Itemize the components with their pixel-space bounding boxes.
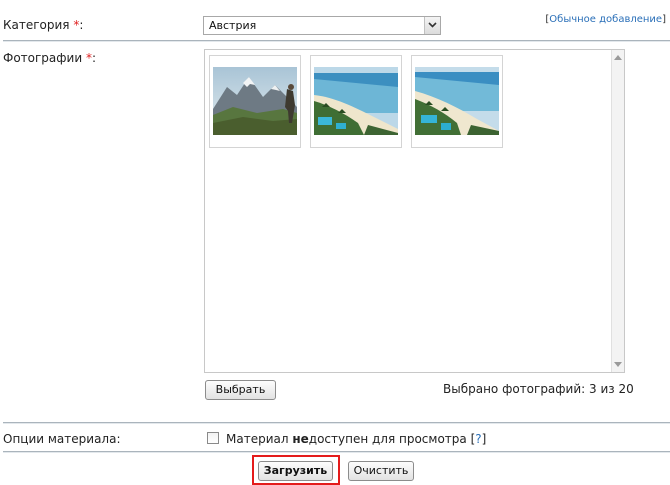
- photo-thumbnail[interactable]: [411, 55, 503, 148]
- divider: [3, 40, 670, 42]
- photos-label: Фотографии *:: [3, 51, 97, 65]
- scroll-down-arrow-icon[interactable]: [614, 362, 622, 367]
- choose-photos-button[interactable]: Выбрать: [205, 380, 276, 400]
- category-select[interactable]: Австрия: [203, 16, 441, 35]
- unavailable-checkbox[interactable]: [207, 432, 219, 444]
- clear-button[interactable]: Очистить: [348, 461, 414, 481]
- plain-upload-link[interactable]: Обычное добавление: [549, 14, 662, 25]
- scroll-up-arrow-icon[interactable]: [614, 55, 622, 60]
- photo-thumbnail[interactable]: [310, 55, 402, 148]
- category-label: Категория *:: [3, 18, 84, 32]
- upload-button[interactable]: Загрузить: [258, 461, 333, 481]
- mountain-hiker-photo-icon: [213, 67, 297, 135]
- unavailable-checkbox-label: Материал недоступен для просмотра [?]: [226, 432, 487, 446]
- photo-upload-area[interactable]: [204, 49, 625, 373]
- photo-area-scrollbar[interactable]: [611, 50, 624, 372]
- options-label: Опции материала:: [3, 432, 121, 446]
- selected-photos-count: Выбрано фотографий: 3 из 20: [443, 382, 634, 396]
- category-select-value: Австрия: [209, 19, 257, 32]
- photo-thumbnail[interactable]: [209, 55, 301, 148]
- chevron-down-icon[interactable]: [424, 17, 440, 34]
- plain-upload-link-wrapper: [Обычное добавление]: [545, 14, 666, 25]
- beach-resort-photo-icon: [314, 67, 398, 135]
- beach-resort-photo-icon: [415, 67, 499, 135]
- divider: [3, 451, 670, 453]
- divider: [3, 422, 670, 424]
